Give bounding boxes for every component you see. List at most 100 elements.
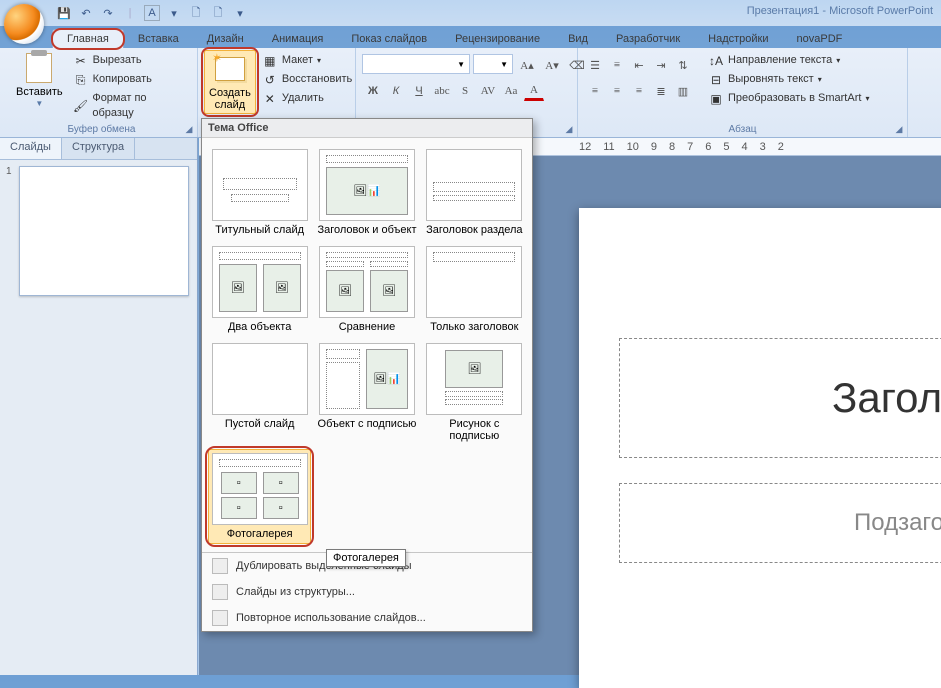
reset-label: Восстановить xyxy=(282,72,352,87)
shrink-font-button[interactable]: A▾ xyxy=(542,55,562,75)
qat-dropdown-icon[interactable]: ▾ xyxy=(166,5,182,21)
tab-insert[interactable]: Вставка xyxy=(124,30,193,48)
redo-icon[interactable]: ↷ xyxy=(100,5,116,21)
pane-tab-outline[interactable]: Структура xyxy=(62,138,135,159)
layout-picture-caption[interactable]: 🖼 Рисунок с подписью xyxy=(423,340,526,445)
smartart-button[interactable]: ▣Преобразовать в SmartArt ▾ xyxy=(706,90,871,108)
pane-tab-slides[interactable]: Слайды xyxy=(0,138,62,159)
qat-font-icon[interactable]: A xyxy=(144,5,160,21)
tab-slideshow[interactable]: Показ слайдов xyxy=(337,30,441,48)
indent-inc-button[interactable]: ⇥ xyxy=(651,55,671,75)
outline-icon xyxy=(212,584,228,600)
line-spacing-button[interactable]: ⇅ xyxy=(673,55,693,75)
save-icon[interactable]: 💾 xyxy=(56,5,72,21)
new-slide-button[interactable]: Создать слайд xyxy=(204,50,256,114)
qat-doc2-icon[interactable]: 🗋 xyxy=(210,5,226,21)
paste-label: Вставить xyxy=(16,86,63,98)
clipboard-group-label: Буфер обмена xyxy=(12,123,191,137)
layout-two-content[interactable]: 🖼🖼 Два объекта xyxy=(208,243,311,336)
layout-label: Заголовок раздела xyxy=(426,224,522,236)
office-button[interactable] xyxy=(4,4,44,44)
smartart-label: Преобразовать в SmartArt xyxy=(728,91,861,106)
align-right-button[interactable]: ≡ xyxy=(629,81,649,101)
layout-button[interactable]: ▦Макет ▾ xyxy=(260,52,354,70)
qat-doc1-icon[interactable]: 🗋 xyxy=(188,5,204,21)
smartart-icon: ▣ xyxy=(708,91,724,107)
subtitle-text: Подзаго xyxy=(854,509,941,537)
layout-title-slide[interactable]: Титульный слайд xyxy=(208,146,311,239)
reset-button[interactable]: ↺Восстановить xyxy=(260,71,354,89)
slide-canvas[interactable]: Заголо Подзаго xyxy=(579,208,941,688)
align-text-icon: ⊟ xyxy=(708,72,724,88)
layout-section-header[interactable]: Заголовок раздела xyxy=(423,146,526,239)
bold-button[interactable]: Ж xyxy=(363,81,383,101)
font-dialog-launcher[interactable]: ◢ xyxy=(563,123,575,135)
tab-review[interactable]: Рецензирование xyxy=(441,30,554,48)
tab-view[interactable]: Вид xyxy=(554,30,602,48)
thumb-number-1: 1 xyxy=(6,166,16,177)
strike-button[interactable]: abc xyxy=(432,81,452,101)
slides-pane: Слайды Структура 1 xyxy=(0,138,198,675)
copy-button[interactable]: ⎘Копировать xyxy=(71,71,191,89)
tab-design[interactable]: Дизайн xyxy=(193,30,258,48)
reuse-slides-item[interactable]: Повторное использование слайдов... xyxy=(202,605,532,631)
footer-label: Повторное использование слайдов... xyxy=(236,612,426,624)
slide-thumbnail-1[interactable] xyxy=(19,166,189,296)
tab-addins[interactable]: Надстройки xyxy=(694,30,782,48)
layout-label: Рисунок с подписью xyxy=(424,418,525,442)
text-direction-icon: ↕A xyxy=(708,53,724,69)
paragraph-group-label: Абзац xyxy=(584,123,901,137)
delete-button[interactable]: ✕Удалить xyxy=(260,90,354,108)
tab-animation[interactable]: Анимация xyxy=(258,30,338,48)
format-painter-button[interactable]: 🖌Формат по образцу xyxy=(71,90,191,123)
title-text: Заголо xyxy=(832,374,941,422)
footer-label: Слайды из структуры... xyxy=(236,586,355,598)
qat-more-icon[interactable]: ▾ xyxy=(232,5,248,21)
layout-icon: ▦ xyxy=(262,53,278,69)
text-direction-label: Направление текста xyxy=(728,53,832,68)
tab-novapdf[interactable]: novaPDF xyxy=(783,30,857,48)
font-size-select[interactable]: ▼ xyxy=(473,54,513,74)
align-left-button[interactable]: ≡ xyxy=(585,81,605,101)
title-placeholder[interactable]: Заголо xyxy=(619,338,941,458)
tab-developer[interactable]: Разработчик xyxy=(602,30,694,48)
align-center-button[interactable]: ≡ xyxy=(607,81,627,101)
layout-content-caption[interactable]: 🖼📊 Объект с подписью xyxy=(315,340,418,445)
case-button[interactable]: Aa xyxy=(501,81,521,101)
align-text-label: Выровнять текст xyxy=(728,72,814,87)
grow-font-button[interactable]: A▴ xyxy=(517,55,537,75)
layout-title-content[interactable]: 🖼📊 Заголовок и объект xyxy=(315,146,418,239)
text-direction-button[interactable]: ↕AНаправление текста ▾ xyxy=(706,52,871,70)
undo-icon[interactable]: ↶ xyxy=(78,5,94,21)
indent-dec-button[interactable]: ⇤ xyxy=(629,55,649,75)
underline-button[interactable]: Ч xyxy=(409,81,429,101)
shadow-button[interactable]: S xyxy=(455,81,475,101)
cut-button[interactable]: ✂Вырезать xyxy=(71,52,191,70)
tab-home[interactable]: Главная xyxy=(52,29,124,48)
layout-title-only[interactable]: Только заголовок xyxy=(423,243,526,336)
align-text-button[interactable]: ⊟Выровнять текст ▾ xyxy=(706,71,871,89)
cut-label: Вырезать xyxy=(93,53,142,68)
slides-from-outline-item[interactable]: Слайды из структуры... xyxy=(202,579,532,605)
subtitle-placeholder[interactable]: Подзаго xyxy=(619,483,941,563)
layout-comparison[interactable]: 🖼🖼 Сравнение xyxy=(315,243,418,336)
spacing-button[interactable]: AV xyxy=(478,81,498,101)
paragraph-dialog-launcher[interactable]: ◢ xyxy=(893,123,905,135)
layout-label: Заголовок и объект xyxy=(317,224,416,236)
numbering-button[interactable]: ≡ xyxy=(607,55,627,75)
clipboard-dialog-launcher[interactable]: ◢ xyxy=(183,123,195,135)
font-color-button[interactable]: A xyxy=(524,81,544,101)
paste-button[interactable]: Вставить ▼ xyxy=(12,50,67,111)
italic-button[interactable]: К xyxy=(386,81,406,101)
gallery-header: Тема Office xyxy=(202,119,532,138)
paste-dropdown-icon[interactable]: ▼ xyxy=(35,100,43,109)
reuse-icon xyxy=(212,610,228,626)
ribbon-tabs: Главная Вставка Дизайн Анимация Показ сл… xyxy=(0,26,941,48)
delete-icon: ✕ xyxy=(262,91,278,107)
font-family-select[interactable]: ▼ xyxy=(362,54,470,74)
bullets-button[interactable]: ☰ xyxy=(585,55,605,75)
layout-photo-gallery[interactable]: ▫▫▫▫ Фотогалерея xyxy=(208,449,311,544)
layout-blank[interactable]: Пустой слайд xyxy=(208,340,311,445)
columns-button[interactable]: ▥ xyxy=(673,81,693,101)
justify-button[interactable]: ≣ xyxy=(651,81,671,101)
